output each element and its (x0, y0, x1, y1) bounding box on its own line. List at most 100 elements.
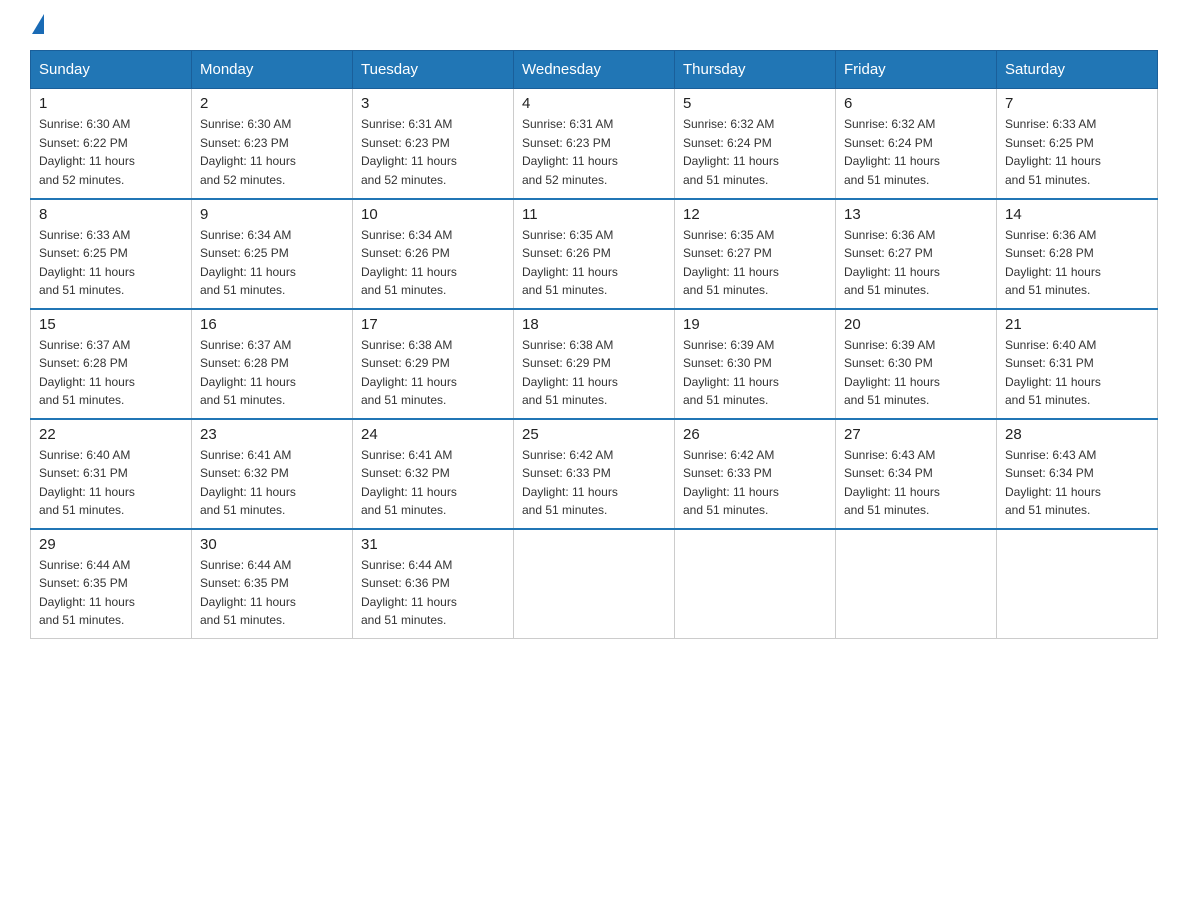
calendar-cell: 21Sunrise: 6:40 AMSunset: 6:31 PMDayligh… (997, 309, 1158, 419)
day-number: 1 (39, 95, 183, 112)
day-number: 23 (200, 426, 344, 443)
calendar-week-row: 8Sunrise: 6:33 AMSunset: 6:25 PMDaylight… (31, 199, 1158, 309)
calendar-cell: 11 Sunrise: 6:35 AMSunset: 6:26 PMDayligh… (514, 199, 675, 309)
calendar-cell: 2 Sunrise: 6:30 AMSunset: 6:23 PMDaylight… (192, 89, 353, 199)
calendar-cell: 10 Sunrise: 6:34 AMSunset: 6:26 PMDayligh… (353, 199, 514, 309)
day-number: 22 (39, 426, 183, 443)
day-number: 18 (522, 316, 666, 333)
day-number: 11 (522, 206, 666, 223)
calendar-cell: 22 Sunrise: 6:40 AMSunset: 6:31 PMDayligh… (31, 419, 192, 529)
day-info: Sunrise: 6:32 AMSunset: 6:24 PMDaylight:… (844, 115, 988, 189)
calendar-cell: 16Sunrise: 6:37 AMSunset: 6:28 PMDayligh… (192, 309, 353, 419)
day-number: 26 (683, 426, 827, 443)
calendar-header-row: SundayMondayTuesdayWednesdayThursdayFrid… (31, 51, 1158, 89)
day-number: 3 (361, 95, 505, 112)
calendar-cell: 8Sunrise: 6:33 AMSunset: 6:25 PMDaylight… (31, 199, 192, 309)
calendar-week-row: 1 Sunrise: 6:30 AMSunset: 6:22 PMDaylight… (31, 89, 1158, 199)
day-info: Sunrise: 6:44 AMSunset: 6:36 PMDaylight:… (361, 556, 505, 630)
day-info: Sunrise: 6:31 AMSunset: 6:23 PMDaylight:… (522, 115, 666, 189)
calendar-cell: 25 Sunrise: 6:42 AMSunset: 6:33 PMDayligh… (514, 419, 675, 529)
day-number: 6 (844, 95, 988, 112)
day-info: Sunrise: 6:31 AMSunset: 6:23 PMDaylight:… (361, 115, 505, 189)
day-number: 24 (361, 426, 505, 443)
calendar-cell: 24 Sunrise: 6:41 AMSunset: 6:32 PMDayligh… (353, 419, 514, 529)
day-number: 13 (844, 206, 988, 223)
header-monday: Monday (192, 51, 353, 89)
day-info: Sunrise: 6:38 AMSunset: 6:29 PMDaylight:… (361, 336, 505, 410)
day-number: 12 (683, 206, 827, 223)
calendar-cell: 31 Sunrise: 6:44 AMSunset: 6:36 PMDayligh… (353, 529, 514, 639)
header-saturday: Saturday (997, 51, 1158, 89)
day-number: 10 (361, 206, 505, 223)
calendar-cell: 26Sunrise: 6:42 AMSunset: 6:33 PMDayligh… (675, 419, 836, 529)
day-info: Sunrise: 6:35 AMSunset: 6:26 PMDaylight:… (522, 226, 666, 300)
page-header (30, 20, 1158, 30)
day-info: Sunrise: 6:41 AMSunset: 6:32 PMDaylight:… (361, 446, 505, 520)
calendar-cell: 7 Sunrise: 6:33 AMSunset: 6:25 PMDaylight… (997, 89, 1158, 199)
calendar-cell: 6 Sunrise: 6:32 AMSunset: 6:24 PMDaylight… (836, 89, 997, 199)
day-number: 16 (200, 316, 344, 333)
day-info: Sunrise: 6:42 AMSunset: 6:33 PMDaylight:… (522, 446, 666, 520)
day-number: 15 (39, 316, 183, 333)
calendar-cell (675, 529, 836, 639)
day-info: Sunrise: 6:39 AMSunset: 6:30 PMDaylight:… (683, 336, 827, 410)
day-number: 21 (1005, 316, 1149, 333)
day-number: 28 (1005, 426, 1149, 443)
day-info: Sunrise: 6:34 AMSunset: 6:25 PMDaylight:… (200, 226, 344, 300)
day-info: Sunrise: 6:37 AMSunset: 6:28 PMDaylight:… (39, 336, 183, 410)
day-info: Sunrise: 6:34 AMSunset: 6:26 PMDaylight:… (361, 226, 505, 300)
calendar-cell: 30Sunrise: 6:44 AMSunset: 6:35 PMDayligh… (192, 529, 353, 639)
day-info: Sunrise: 6:38 AMSunset: 6:29 PMDaylight:… (522, 336, 666, 410)
header-sunday: Sunday (31, 51, 192, 89)
day-number: 31 (361, 536, 505, 553)
day-info: Sunrise: 6:44 AMSunset: 6:35 PMDaylight:… (39, 556, 183, 630)
logo-triangle-icon (32, 14, 44, 34)
calendar-cell: 12 Sunrise: 6:35 AMSunset: 6:27 PMDayligh… (675, 199, 836, 309)
calendar-cell: 20 Sunrise: 6:39 AMSunset: 6:30 PMDayligh… (836, 309, 997, 419)
day-info: Sunrise: 6:39 AMSunset: 6:30 PMDaylight:… (844, 336, 988, 410)
day-info: Sunrise: 6:43 AMSunset: 6:34 PMDaylight:… (1005, 446, 1149, 520)
day-info: Sunrise: 6:36 AMSunset: 6:27 PMDaylight:… (844, 226, 988, 300)
day-number: 25 (522, 426, 666, 443)
day-info: Sunrise: 6:41 AMSunset: 6:32 PMDaylight:… (200, 446, 344, 520)
day-info: Sunrise: 6:44 AMSunset: 6:35 PMDaylight:… (200, 556, 344, 630)
day-number: 7 (1005, 95, 1149, 112)
day-number: 4 (522, 95, 666, 112)
calendar-cell: 4 Sunrise: 6:31 AMSunset: 6:23 PMDaylight… (514, 89, 675, 199)
day-number: 29 (39, 536, 183, 553)
day-number: 17 (361, 316, 505, 333)
calendar-cell: 18 Sunrise: 6:38 AMSunset: 6:29 PMDayligh… (514, 309, 675, 419)
day-info: Sunrise: 6:40 AMSunset: 6:31 PMDaylight:… (39, 446, 183, 520)
day-info: Sunrise: 6:30 AMSunset: 6:22 PMDaylight:… (39, 115, 183, 189)
calendar-cell: 27 Sunrise: 6:43 AMSunset: 6:34 PMDayligh… (836, 419, 997, 529)
day-number: 5 (683, 95, 827, 112)
header-wednesday: Wednesday (514, 51, 675, 89)
day-info: Sunrise: 6:43 AMSunset: 6:34 PMDaylight:… (844, 446, 988, 520)
calendar-cell: 28 Sunrise: 6:43 AMSunset: 6:34 PMDayligh… (997, 419, 1158, 529)
day-info: Sunrise: 6:32 AMSunset: 6:24 PMDaylight:… (683, 115, 827, 189)
calendar-week-row: 15 Sunrise: 6:37 AMSunset: 6:28 PMDayligh… (31, 309, 1158, 419)
day-number: 27 (844, 426, 988, 443)
calendar-table: SundayMondayTuesdayWednesdayThursdayFrid… (30, 50, 1158, 639)
day-info: Sunrise: 6:36 AMSunset: 6:28 PMDaylight:… (1005, 226, 1149, 300)
day-info: Sunrise: 6:35 AMSunset: 6:27 PMDaylight:… (683, 226, 827, 300)
day-info: Sunrise: 6:33 AMSunset: 6:25 PMDaylight:… (1005, 115, 1149, 189)
calendar-cell: 23 Sunrise: 6:41 AMSunset: 6:32 PMDayligh… (192, 419, 353, 529)
calendar-cell: 14Sunrise: 6:36 AMSunset: 6:28 PMDayligh… (997, 199, 1158, 309)
calendar-cell (997, 529, 1158, 639)
header-thursday: Thursday (675, 51, 836, 89)
day-number: 2 (200, 95, 344, 112)
day-number: 20 (844, 316, 988, 333)
calendar-cell: 13 Sunrise: 6:36 AMSunset: 6:27 PMDayligh… (836, 199, 997, 309)
header-friday: Friday (836, 51, 997, 89)
calendar-cell: 19Sunrise: 6:39 AMSunset: 6:30 PMDayligh… (675, 309, 836, 419)
calendar-cell: 17 Sunrise: 6:38 AMSunset: 6:29 PMDayligh… (353, 309, 514, 419)
calendar-cell: 29 Sunrise: 6:44 AMSunset: 6:35 PMDayligh… (31, 529, 192, 639)
day-info: Sunrise: 6:30 AMSunset: 6:23 PMDaylight:… (200, 115, 344, 189)
calendar-cell: 5 Sunrise: 6:32 AMSunset: 6:24 PMDaylight… (675, 89, 836, 199)
calendar-cell: 1 Sunrise: 6:30 AMSunset: 6:22 PMDaylight… (31, 89, 192, 199)
calendar-cell: 9Sunrise: 6:34 AMSunset: 6:25 PMDaylight… (192, 199, 353, 309)
calendar-cell (514, 529, 675, 639)
calendar-cell: 3 Sunrise: 6:31 AMSunset: 6:23 PMDaylight… (353, 89, 514, 199)
calendar-cell: 15 Sunrise: 6:37 AMSunset: 6:28 PMDayligh… (31, 309, 192, 419)
